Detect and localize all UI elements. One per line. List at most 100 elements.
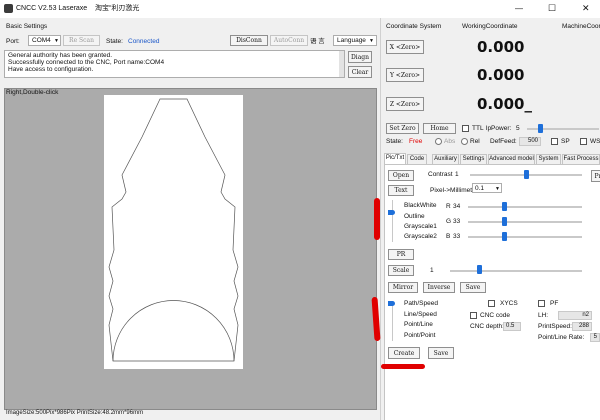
mode-grayscale1[interactable]: Grayscale1 <box>404 223 437 231</box>
rescan-button[interactable]: Re Scan <box>63 35 100 46</box>
machine-coordinate-label: MachineCoord <box>562 23 600 30</box>
machine-state-value: Free <box>409 138 423 145</box>
deffeed-label: DefFeed: <box>490 138 517 145</box>
create-button[interactable]: Create <box>388 347 420 359</box>
scale-slider[interactable] <box>477 265 482 274</box>
contrast-slider[interactable] <box>524 170 529 179</box>
chevron-down-icon: ▼ <box>54 38 59 44</box>
maximize-button[interactable]: ☐ <box>548 4 556 13</box>
set-zero-button[interactable]: Set Zero <box>386 123 419 134</box>
app-icon <box>4 4 13 13</box>
autoconnect-button[interactable]: AutoConn <box>270 35 308 46</box>
point-line-rate-input[interactable]: 5 <box>590 333 600 342</box>
text-button[interactable]: Text <box>388 185 414 196</box>
z-zero-button[interactable]: Z <Zero> <box>386 97 424 111</box>
pr-side-button[interactable]: Pr <box>591 170 600 182</box>
save-code-button[interactable]: Save <box>428 347 454 359</box>
x-zero-button[interactable]: X <Zero> <box>386 40 424 54</box>
deffeed-input[interactable]: 500 <box>519 137 541 146</box>
state-label: State: <box>106 38 123 45</box>
y-coordinate: 0.000 <box>477 66 525 84</box>
mode-outline[interactable]: Outline <box>404 213 425 221</box>
mode-selected-indicator <box>388 210 395 215</box>
cnc-depth-input[interactable]: 0.5 <box>503 322 521 331</box>
sp-checkbox[interactable] <box>551 138 558 145</box>
ws-checkbox[interactable] <box>580 138 587 145</box>
save-image-button[interactable]: Save <box>460 282 486 293</box>
log-line: Have access to configuration. <box>8 66 94 73</box>
cnc-code-checkbox[interactable] <box>470 312 477 319</box>
canvas-hint: Right,Double-click <box>6 89 59 96</box>
b-slider[interactable] <box>502 232 507 241</box>
contrast-value: 1 <box>455 171 459 178</box>
tab-auxiliary[interactable]: Auxiliary <box>432 154 459 164</box>
window-title: CNCC V2.53 Laseraxe <box>16 5 88 12</box>
outline-shape <box>108 98 239 362</box>
mirror-button[interactable]: Mirror <box>388 282 418 293</box>
log-scrollbar[interactable] <box>339 51 344 77</box>
clear-log-button[interactable]: Clear <box>348 66 372 78</box>
scale-track <box>450 270 582 272</box>
path-mode-point-point[interactable]: Point/Point <box>404 332 435 340</box>
rel-label: Rel <box>470 138 480 145</box>
chevron-down-icon: ▼ <box>495 186 500 192</box>
lp-power-value: 5 <box>516 125 520 132</box>
pixmm-label: Pixel->Millimeter <box>430 187 478 194</box>
lh-input[interactable]: n2 <box>558 311 592 320</box>
diagnose-button[interactable]: Diagn <box>348 51 372 63</box>
mode-radio-group <box>392 200 393 242</box>
inverse-button[interactable]: Inverse <box>423 282 455 293</box>
abs-radio[interactable] <box>435 138 442 145</box>
rel-radio[interactable] <box>461 138 468 145</box>
g-slider[interactable] <box>502 217 507 226</box>
path-mode-point-line[interactable]: Point/Line <box>404 321 433 329</box>
lh-label: LH: <box>538 312 549 319</box>
lp-power-label: lpPower: <box>486 125 512 132</box>
r-label: R <box>446 203 451 210</box>
chevron-down-icon: ▼ <box>369 38 374 44</box>
mode-grayscale2[interactable]: Grayscale2 <box>404 233 437 241</box>
language-glyph: 语 言 <box>310 38 325 45</box>
r-track <box>468 206 582 208</box>
tab-system[interactable]: System <box>536 154 561 164</box>
b-track <box>468 236 582 238</box>
sp-label: SP <box>561 138 570 145</box>
path-mode-line-speed[interactable]: Line/Speed <box>404 311 437 319</box>
pr-button[interactable]: PR <box>388 249 414 260</box>
tab-fast-process[interactable]: Fast Process <box>562 154 600 164</box>
pf-label: PF <box>550 300 559 307</box>
tab-pictxt[interactable]: Pic/Txt <box>384 153 406 164</box>
path-mode-path-speed[interactable]: Path/Speed <box>404 300 438 308</box>
print-speed-input[interactable]: 288 <box>572 322 592 331</box>
close-button[interactable]: ✕ <box>582 4 590 13</box>
tab-settings[interactable]: Settings <box>460 154 487 164</box>
mode-blackwhite[interactable]: BlackWhite <box>404 202 437 210</box>
minimize-button[interactable]: — <box>515 5 523 13</box>
ttl-checkbox[interactable] <box>462 125 469 132</box>
y-zero-button[interactable]: Y <Zero> <box>386 68 424 82</box>
r-slider[interactable] <box>502 202 507 211</box>
g-track <box>468 221 582 223</box>
scale-value: 1 <box>430 267 434 274</box>
language-value: Language <box>337 37 366 44</box>
language-select[interactable]: Language ▼ <box>333 35 377 46</box>
xycs-checkbox[interactable] <box>488 300 495 307</box>
tab-code[interactable]: Code <box>407 154 427 164</box>
home-button[interactable]: Home <box>423 123 456 134</box>
cnc-depth-label: CNC depth: <box>470 323 504 330</box>
disconnect-button[interactable]: DisConn <box>230 35 268 46</box>
tab-advanced-model[interactable]: Advanced model <box>488 154 535 164</box>
open-button[interactable]: Open <box>388 170 414 181</box>
pixmm-select[interactable]: 0.1 ▼ <box>472 183 502 193</box>
ttl-label: TTL <box>472 125 484 132</box>
lp-power-slider[interactable] <box>538 124 543 133</box>
annotation-mark <box>381 364 425 369</box>
port-value: COM4 <box>32 37 51 44</box>
port-select[interactable]: COM4 ▼ <box>28 35 61 46</box>
right-panel-divider <box>380 18 381 420</box>
pf-checkbox[interactable] <box>538 300 545 307</box>
path-mode-group <box>392 301 393 341</box>
port-label: Port: <box>6 38 20 45</box>
pixmm-value: 0.1 <box>475 185 485 192</box>
scale-button[interactable]: Scale <box>388 265 414 276</box>
